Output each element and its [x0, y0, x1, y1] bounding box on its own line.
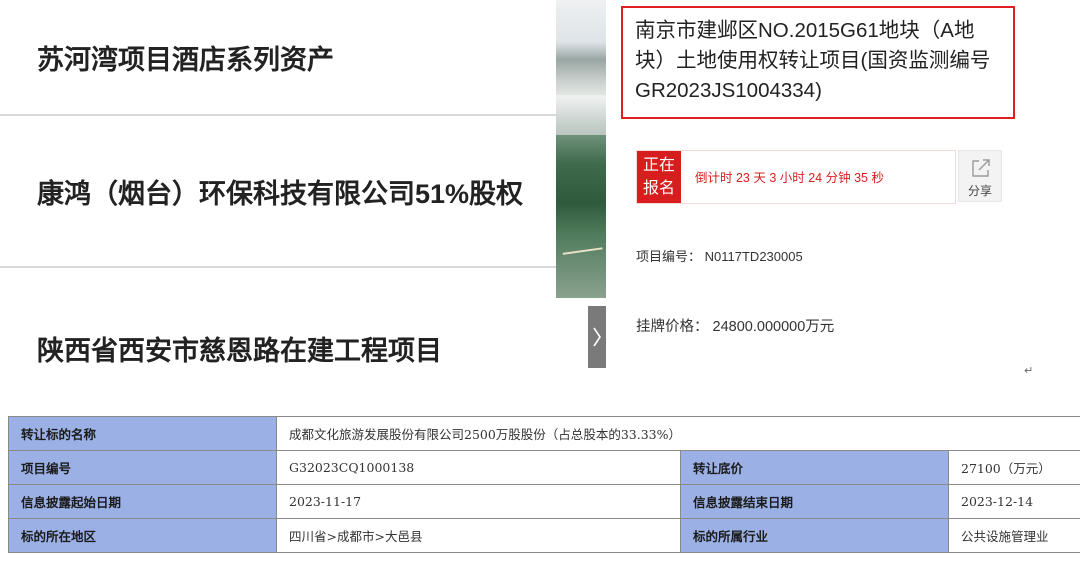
project-number-value: N0117TD230005 [704, 249, 803, 264]
table-row: 信息披露起始日期 2023-11-17 信息披露结束日期 2023-12-14 [8, 484, 1080, 519]
table-row: 项目编号 G32023CQ1000138 转让底价 27100（万元） [8, 450, 1080, 485]
project-list: 苏河湾项目酒店系列资产 康鸿（烟台）环保科技有限公司51%股权 陕西省西安市慈恩… [0, 0, 556, 372]
table-cell: 27100（万元） [947, 450, 1080, 485]
listing-price-line: 挂牌价格： 24800.000000万元 [636, 315, 834, 336]
share-label: 分享 [967, 184, 992, 198]
countdown-text: 倒计时 23 天 3 小时 24 分钟 35 秒 [695, 171, 884, 185]
table-header-cell: 信息披露起始日期 [8, 484, 277, 519]
list-item[interactable]: 康鸿（烟台）环保科技有限公司51%股权 [0, 116, 556, 266]
table-cell: 成都文化旅游发展股份有限公司2500万股股份（占总股本的33.33%） [275, 416, 1080, 451]
list-item-title[interactable]: 康鸿（烟台）环保科技有限公司51%股权 [0, 172, 523, 211]
list-item[interactable]: 陕西省西安市慈恩路在建工程项目 [0, 298, 556, 398]
table-row: 转让标的名称 成都文化旅游发展股份有限公司2500万股股份（占总股本的33.33… [8, 416, 1080, 451]
table-cell: 四川省>成都市>大邑县 [276, 518, 681, 553]
status-badge: 正在报名 [637, 151, 681, 203]
list-item-title[interactable]: 苏河湾项目酒店系列资产 [0, 38, 334, 77]
list-item-title[interactable]: 陕西省西安市慈恩路在建工程项目 [0, 329, 442, 368]
project-number-line: 项目编号： N0117TD230005 [636, 246, 803, 265]
table-header-cell: 项目编号 [8, 450, 277, 485]
table-row: 标的所在地区 四川省>成都市>大邑县 标的所属行业 公共设施管理业 [8, 518, 1080, 553]
project-number-label: 项目编号： [636, 249, 702, 264]
project-photo [556, 0, 606, 298]
listing-price-value: 24800.000000万元 [712, 319, 835, 335]
status-bar: 正在报名 倒计时 23 天 3 小时 24 分钟 35 秒 [636, 150, 956, 204]
list-item[interactable]: 苏河湾项目酒店系列资产 [0, 0, 556, 114]
chevron-right-icon [593, 327, 601, 347]
share-icon [972, 159, 990, 177]
transfer-detail-table: 转让标的名称 成都文化旅游发展股份有限公司2500万股股份（占总股本的33.33… [8, 416, 1080, 553]
table-cell: 2023-12-14 [947, 484, 1080, 519]
project-title: 南京市建邺区NO.2015G61地块（A地块）土地使用权转让项目(国资监测编号G… [621, 6, 1015, 119]
table-header-cell: 标的所属行业 [680, 518, 949, 553]
table-cell: 2023-11-17 [276, 484, 681, 519]
table-cell: G32023CQ1000138 [276, 450, 681, 485]
share-button[interactable]: 分享 [958, 150, 1002, 202]
listing-price-label: 挂牌价格： [636, 319, 709, 335]
table-cell: 公共设施管理业 [947, 518, 1080, 553]
return-mark: ↵ [1024, 365, 1034, 377]
table-header-cell: 标的所在地区 [8, 518, 277, 553]
table-header-cell: 信息披露结束日期 [680, 484, 949, 519]
divider [0, 266, 556, 268]
table-header-cell: 转让标的名称 [8, 416, 277, 451]
next-arrow-button[interactable] [588, 306, 606, 368]
table-header-cell: 转让底价 [680, 450, 949, 485]
